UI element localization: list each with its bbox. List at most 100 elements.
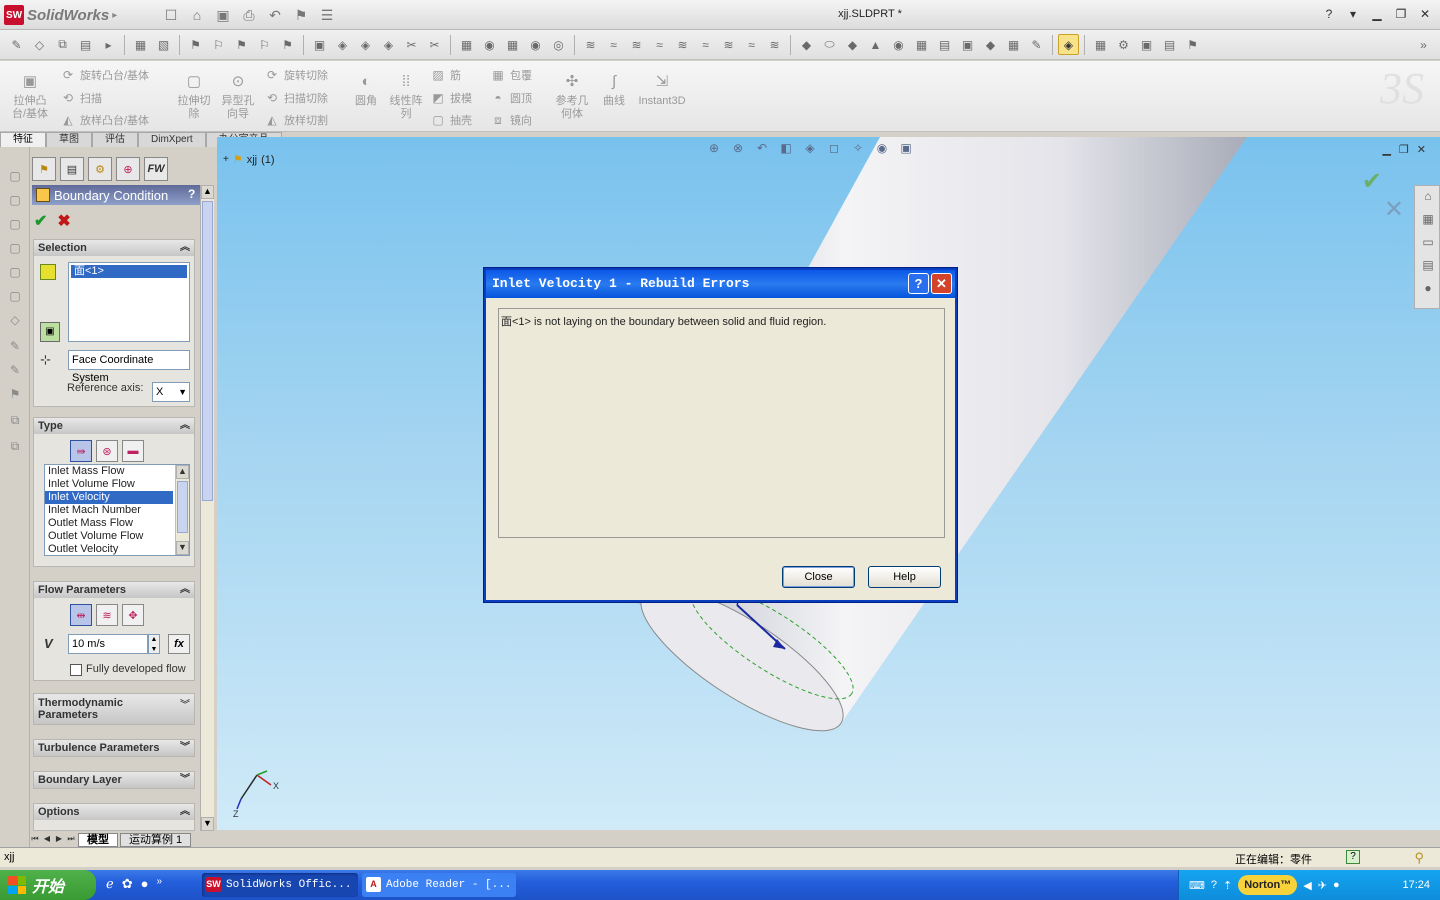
wrap-button[interactable]: ▦ 包覆 <box>490 66 532 84</box>
type-list[interactable]: Inlet Mass Flow Inlet Volume Flow Inlet … <box>44 464 190 556</box>
list-item[interactable]: Inlet Volume Flow <box>45 478 173 491</box>
design-library-icon[interactable]: ▦ <box>1418 212 1438 232</box>
type-group-header[interactable]: Type ︽ <box>34 418 194 434</box>
help-menu-icon[interactable]: ? <box>1320 6 1338 22</box>
toolbar-overflow-icon[interactable]: » <box>1413 34 1434 55</box>
first-tab-icon[interactable]: ⏮ <box>30 834 40 846</box>
result-icon[interactable]: ▤ <box>934 34 955 55</box>
feature-tool-icon[interactable]: ▢ <box>7 289 23 305</box>
mesh-icon[interactable]: ▦ <box>502 34 523 55</box>
rebuild-icon[interactable]: ⚑ <box>290 5 312 25</box>
help-button[interactable]: Help <box>868 566 941 588</box>
loft-cut-button[interactable]: ◭ 放样切割 <box>264 111 328 129</box>
fillet-button[interactable]: ◐ 圆角 <box>344 74 388 108</box>
selected-face-item[interactable]: 面<1> <box>71 265 187 278</box>
cube-icon[interactable]: ◈ <box>355 34 376 55</box>
result-icon[interactable]: ▦ <box>911 34 932 55</box>
pm-scrollbar[interactable]: ▲ ▼ <box>200 185 214 831</box>
viewport-minimize-icon[interactable]: ▁ <box>1382 143 1390 156</box>
result-icon[interactable]: ◉ <box>888 34 909 55</box>
assembly-icon[interactable]: ▧ <box>153 34 174 55</box>
reference-geometry-button[interactable]: ✣ 参考几 何体 <box>550 74 594 121</box>
flow-icon[interactable]: ≋ <box>580 34 601 55</box>
flow-icon[interactable]: ≋ <box>718 34 739 55</box>
result-icon[interactable]: ◆ <box>980 34 1001 55</box>
shell-button[interactable]: ▢ 抽壳 <box>430 111 472 129</box>
scroll-down-icon[interactable]: ▼ <box>201 817 214 831</box>
feature-tool-icon[interactable]: ▢ <box>7 265 23 281</box>
sketch-tool-icon[interactable]: ⚑ <box>7 387 23 403</box>
sketch-icon[interactable]: ✎ <box>6 34 27 55</box>
close-icon[interactable]: ✕ <box>1416 6 1434 22</box>
pressure-opening-icon[interactable]: ⊛ <box>96 440 118 462</box>
flow-opening-icon[interactable]: ⇛ <box>70 440 92 462</box>
extrude-cut-button[interactable]: ▢ 拉伸切 除 <box>172 74 216 121</box>
revolve-boss-button[interactable]: ⟳ 旋转凸台/基体 <box>60 66 149 84</box>
status-pin-icon[interactable]: ⚲ <box>1414 850 1424 866</box>
flow-simulation-active-icon[interactable]: ◈ <box>1058 34 1079 55</box>
dialog-close-icon[interactable]: ✕ <box>931 273 952 294</box>
pm-help-icon[interactable]: ? <box>188 187 195 201</box>
result-icon[interactable]: ▲ <box>865 34 886 55</box>
revolve-cut-button[interactable]: ⟳ 旋转切除 <box>264 66 328 84</box>
mesh-icon[interactable]: ◉ <box>479 34 500 55</box>
scroll-thumb[interactable] <box>202 201 213 501</box>
feature-manager-tab-icon[interactable]: ⚑ <box>32 157 56 181</box>
taskbar-solidworks[interactable]: SW SolidWorks Offic... <box>202 873 358 897</box>
velocity-input[interactable]: 10 m/s <box>68 634 148 654</box>
sweep-button[interactable]: ⟲ 扫描 <box>60 89 102 107</box>
tab-model[interactable]: 模型 <box>78 832 118 847</box>
norton-badge[interactable]: Norton™ <box>1238 875 1298 895</box>
undo-icon[interactable]: ↶ <box>264 5 286 25</box>
linear-pattern-button[interactable]: ⁞⁞ 线性阵 列 <box>384 74 428 121</box>
cancel-x-icon[interactable]: ✖ <box>57 211 70 231</box>
list-item[interactable]: Outlet Mass Flow <box>45 517 173 530</box>
list-item[interactable]: Inlet Mass Flow <box>45 465 173 478</box>
result-icon[interactable]: ▣ <box>957 34 978 55</box>
expand-chevron-icon[interactable]: ︾ <box>180 740 190 756</box>
hide-show-icon[interactable]: ✧ <box>848 141 868 159</box>
viewport-close-icon[interactable]: ✕ <box>1417 143 1426 156</box>
feature-tool-icon[interactable]: ▢ <box>7 241 23 257</box>
print-icon[interactable]: ⎙ <box>238 5 260 25</box>
tray-arrow-icon[interactable]: ⇡ <box>1223 879 1232 892</box>
qq-penguin-icon[interactable]: ● <box>141 876 149 892</box>
coordinate-system-field[interactable]: Face Coordinate System <box>68 350 190 384</box>
save-icon[interactable]: ▣ <box>212 5 234 25</box>
sweep-cut-button[interactable]: ⟲ 扫描切除 <box>264 89 328 107</box>
mesh-icon[interactable]: ◎ <box>548 34 569 55</box>
tray-help-icon[interactable]: ? <box>1211 879 1217 891</box>
velocity-spinner[interactable]: ▲ ▼ <box>148 634 160 654</box>
collapse-chevron-icon[interactable]: ︽ <box>180 804 190 820</box>
result-icon[interactable]: ✎ <box>1026 34 1047 55</box>
function-button[interactable]: fx <box>168 634 190 654</box>
keyboard-icon[interactable]: ⌨ <box>1189 879 1205 892</box>
thermodynamic-group[interactable]: Thermodynamic Parameters ︾ <box>33 693 195 725</box>
loft-boss-button[interactable]: ◭ 放样凸台/基体 <box>60 111 149 129</box>
collapse-chevron-icon[interactable]: ︽ <box>180 240 190 256</box>
boundary-layer-header[interactable]: Boundary Layer ︾ <box>34 772 194 788</box>
extra-icon[interactable]: ⚑ <box>1182 34 1203 55</box>
ok-check-icon[interactable]: ✔ <box>34 211 47 231</box>
previous-view-icon[interactable]: ↶ <box>752 141 772 159</box>
rib-button[interactable]: ▨ 筋 <box>430 66 461 84</box>
selection-list[interactable]: 面<1> <box>68 262 190 342</box>
scroll-thumb[interactable] <box>177 481 188 533</box>
fully-developed-checkbox[interactable] <box>70 664 82 676</box>
dialog-help-icon[interactable]: ? <box>908 273 929 294</box>
dimxpert-manager-tab-icon[interactable]: ⊕ <box>116 157 140 181</box>
appearances-icon[interactable]: ● <box>1418 281 1438 301</box>
result-icon[interactable]: ◆ <box>796 34 817 55</box>
part-icon[interactable]: ▦ <box>130 34 151 55</box>
feature-icon[interactable]: ⚐ <box>254 34 275 55</box>
box-icon[interactable]: ▣ <box>309 34 330 55</box>
property-manager-tab-icon[interactable]: ▤ <box>60 157 84 181</box>
sketch-tool-icon[interactable]: ✎ <box>7 339 23 355</box>
extra-icon[interactable]: ▣ <box>1136 34 1157 55</box>
instant3d-button[interactable]: ⇲ Instant3D <box>634 74 690 108</box>
tab-evaluate[interactable]: 评估 <box>92 132 138 147</box>
flow-icon[interactable]: ≈ <box>695 34 716 55</box>
cube-icon[interactable]: ◈ <box>332 34 353 55</box>
normal-to-face-icon[interactable]: ⇹ <box>70 604 92 626</box>
expand-plus-icon[interactable]: + <box>223 154 229 165</box>
